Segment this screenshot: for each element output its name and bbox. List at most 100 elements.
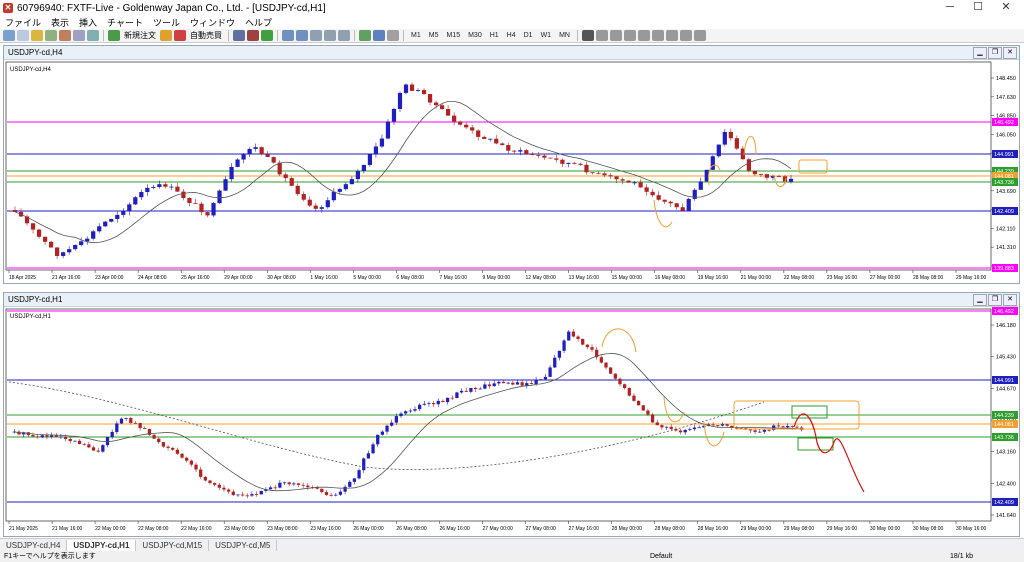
- metaeditor-icon[interactable]: [160, 30, 172, 41]
- menu-file[interactable]: ファイル: [0, 16, 46, 29]
- candle-body: [421, 90, 427, 95]
- zoom-out-icon[interactable]: [296, 30, 308, 41]
- menu-tools[interactable]: ツール: [148, 16, 185, 29]
- candle-body: [613, 373, 617, 379]
- channel-icon[interactable]: [651, 30, 664, 41]
- candle-body: [73, 245, 78, 250]
- chart-window-h1[interactable]: USDJPY-cd,H1 ▁ ❐ ✕ USDJPY-cd,H1 146.180 14…: [3, 292, 1020, 537]
- candle-body: [436, 400, 440, 405]
- candle-body: [636, 400, 641, 406]
- maximize-button[interactable]: ☐: [964, 0, 992, 15]
- profiles-icon[interactable]: [17, 30, 29, 41]
- candle-body: [101, 445, 105, 452]
- minimize-button[interactable]: ─: [936, 0, 964, 15]
- chart-symbol-label: USDJPY-cd,H4: [10, 67, 51, 73]
- candle-body: [758, 174, 764, 175]
- chart-minimize-button[interactable]: ▁: [973, 294, 987, 306]
- candle-body: [500, 143, 505, 146]
- arrow-tool-icon[interactable]: [693, 30, 706, 41]
- navigator-icon[interactable]: [59, 30, 71, 41]
- tester-icon[interactable]: [87, 30, 99, 41]
- timeframe-h1[interactable]: H1: [487, 32, 502, 39]
- trendline-icon[interactable]: [637, 30, 650, 41]
- candle-body: [348, 481, 352, 487]
- chart-restore-button[interactable]: ❐: [988, 47, 1002, 59]
- market-watch-icon[interactable]: [31, 30, 43, 41]
- candle-body: [602, 173, 607, 176]
- candle-body: [660, 425, 664, 428]
- tab-usdjpy-h1[interactable]: USDJPY-cd,H1: [67, 539, 137, 551]
- bar-chart-icon[interactable]: [233, 30, 245, 41]
- candle-body: [404, 411, 408, 414]
- timeframe-mn[interactable]: MN: [556, 32, 573, 39]
- menu-charts[interactable]: チャート: [102, 16, 148, 29]
- templates-icon[interactable]: [387, 30, 399, 41]
- timeframe-m1[interactable]: M1: [408, 32, 424, 39]
- time-tick-label: 16 May 08:00: [655, 275, 686, 281]
- auto-trading-button[interactable]: 自動売買: [188, 30, 224, 41]
- candle-body: [91, 231, 96, 239]
- candle-body: [282, 482, 287, 484]
- menu-window[interactable]: ウィンドウ: [185, 16, 240, 29]
- terminal-icon[interactable]: [73, 30, 85, 41]
- horizontal-line-icon[interactable]: [623, 30, 636, 41]
- new-order-button[interactable]: 新規注文: [122, 30, 158, 41]
- autoscroll-icon[interactable]: [324, 30, 336, 41]
- tab-usdjpy-m15[interactable]: USDJPY-cd,M15: [136, 539, 210, 551]
- candle-body: [476, 130, 481, 137]
- menu-help[interactable]: ヘルプ: [240, 16, 277, 29]
- periods-icon[interactable]: [373, 30, 385, 41]
- candle-body: [469, 387, 473, 392]
- candle-body: [313, 205, 318, 209]
- text-tool-icon[interactable]: [679, 30, 692, 41]
- cursor-icon[interactable]: [581, 30, 594, 41]
- timeframe-m15[interactable]: M15: [443, 32, 463, 39]
- tile-windows-icon[interactable]: [310, 30, 322, 41]
- status-help-text: F1キーでヘルプを表示します: [4, 553, 96, 560]
- time-tick-label: 27 May 08:00: [526, 526, 557, 532]
- tab-usdjpy-m5[interactable]: USDJPY-cd,M5: [209, 539, 278, 551]
- candle-body: [431, 403, 436, 405]
- timeframe-h4[interactable]: H4: [504, 32, 519, 39]
- price-chart-h4[interactable]: USDJPY-cd,H4148.450147.630146.850146.050…: [4, 60, 1019, 284]
- zoom-in-icon[interactable]: [282, 30, 294, 41]
- candle-body: [390, 422, 394, 426]
- candle-body: [620, 179, 625, 181]
- candle-body: [110, 431, 114, 438]
- timeframe-m30[interactable]: M30: [465, 32, 485, 39]
- candle-body: [161, 442, 166, 447]
- fibonacci-icon[interactable]: [665, 30, 678, 41]
- new-chart-icon[interactable]: [3, 30, 15, 41]
- candle-body: [455, 392, 459, 398]
- close-button[interactable]: ✕: [992, 0, 1020, 15]
- time-tick-label: 23 May 00:00: [224, 526, 255, 532]
- chart-restore-button[interactable]: ❐: [988, 294, 1002, 306]
- timeframe-m5[interactable]: M5: [426, 32, 442, 39]
- timeframe-w1[interactable]: W1: [538, 32, 555, 39]
- crosshair-icon[interactable]: [595, 30, 608, 41]
- chart-close-button[interactable]: ✕: [1003, 294, 1017, 306]
- indicators-icon[interactable]: [359, 30, 371, 41]
- candle-body: [668, 201, 673, 204]
- menu-view[interactable]: 表示: [46, 16, 74, 29]
- candle-body: [473, 387, 478, 390]
- chart-close-button[interactable]: ✕: [1003, 47, 1017, 59]
- menu-insert[interactable]: 挿入: [74, 16, 102, 29]
- chart-minimize-button[interactable]: ▁: [973, 47, 987, 59]
- candle-body: [49, 435, 54, 437]
- timeframe-d1[interactable]: D1: [521, 32, 536, 39]
- vertical-line-icon[interactable]: [609, 30, 622, 41]
- candle-body: [343, 184, 348, 190]
- chart-window-h4[interactable]: USDJPY-cd,H4 ▁ ❐ ✕ USDJPY-cd,H4 148.450 14…: [3, 45, 1020, 284]
- time-tick-label: 29 May 08:00: [784, 526, 815, 532]
- price-level-tag-text: 139.883: [994, 266, 1014, 272]
- candle-body: [334, 494, 338, 496]
- tab-usdjpy-h4[interactable]: USDJPY-cd,H4: [0, 539, 68, 551]
- chart-shift-icon[interactable]: [338, 30, 350, 41]
- time-tick-label: 22 May 08:00: [784, 275, 815, 281]
- price-chart-h1[interactable]: USDJPY-cd,H1146.180145.430144.670143.920…: [4, 307, 1019, 537]
- chart-window-title-h1: USDJPY-cd,H1 ▁ ❐ ✕: [4, 293, 1019, 307]
- candlestick-icon[interactable]: [247, 30, 259, 41]
- line-chart-icon[interactable]: [261, 30, 273, 41]
- data-window-icon[interactable]: [45, 30, 57, 41]
